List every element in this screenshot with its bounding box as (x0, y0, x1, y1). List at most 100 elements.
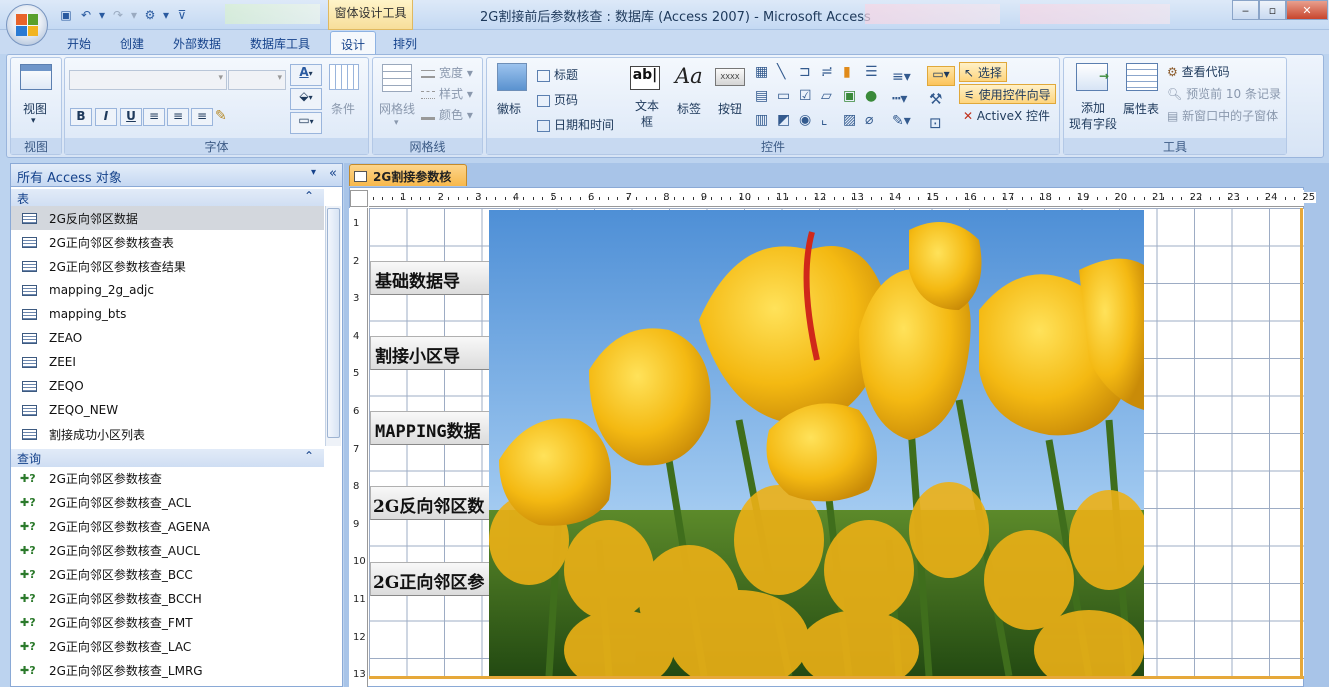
preview-top-records-button[interactable]: 🔍︎ 预览前 10 条记录 (1167, 85, 1281, 102)
redo-icon[interactable]: ↷ (110, 7, 126, 23)
nav-scrollbar-thumb[interactable] (327, 208, 340, 438)
gridlines-button[interactable]: 网格线 (379, 100, 415, 117)
tables-collapse-icon[interactable]: ⌃ (304, 189, 314, 203)
special-effect-icon[interactable]: ⚒ (929, 90, 942, 108)
chart-icon[interactable]: ▮ (843, 64, 865, 80)
queries-collapse-icon[interactable]: ⌃ (304, 449, 314, 463)
tab-design[interactable]: 设计 (330, 31, 377, 54)
nav-query-item[interactable]: ✚? 2G正向邻区参数核查 (11, 466, 324, 490)
nav-query-item[interactable]: ✚? 2G正向邻区参数核查_BCCH (11, 586, 324, 610)
nav-menu-dropdown-icon[interactable]: ▾ (311, 167, 316, 178)
tab-control-icon[interactable]: ▦ (755, 64, 777, 80)
subform-icon[interactable]: ▤ (755, 88, 777, 104)
format-painter-icon[interactable]: ✎ (215, 108, 227, 124)
nav-query-item[interactable]: ✚? 2G正向邻区参数核查_LMRG (11, 658, 324, 682)
form-bottom-edge[interactable] (369, 676, 1304, 679)
close-button[interactable]: ✕ (1286, 0, 1328, 20)
use-control-wizard-button[interactable]: ⚟ 使用控件向导 (959, 84, 1056, 104)
radio-icon[interactable]: ◉ (799, 112, 821, 128)
nav-table-item[interactable]: 2G正向邻区参数核查表 (11, 230, 324, 254)
font-name-select[interactable]: ▾ (69, 70, 227, 90)
customize-dropdown-icon[interactable]: ▾ (162, 7, 170, 23)
form-button-cutover-cells[interactable]: 割接小区导 (370, 336, 495, 370)
nav-table-item[interactable]: mapping_2g_adjc (11, 278, 324, 302)
nav-query-item[interactable]: ✚? 2G正向邻区参数核查_FMT (11, 610, 324, 634)
customize-icon[interactable]: ⚙ (142, 7, 158, 23)
gridline-style-button[interactable]: 样式 ▾ (421, 85, 473, 102)
nav-collapse-icon[interactable]: « (329, 166, 337, 181)
hyperlink-icon[interactable]: ● (865, 88, 887, 104)
gridline-color-button[interactable]: 颜色 ▾ (421, 106, 473, 123)
tab-create[interactable]: 创建 (110, 31, 154, 54)
maximize-button[interactable]: ▫ (1259, 0, 1286, 20)
title-button[interactable]: 标题 (537, 66, 578, 83)
form-button-basic-data[interactable]: 基础数据导 (370, 261, 495, 295)
nav-table-item[interactable]: ZEQO (11, 374, 324, 398)
undo-dropdown-icon[interactable]: ▾ (98, 7, 106, 23)
form-selector[interactable] (350, 190, 368, 207)
font-color-icon[interactable]: A▾ (290, 64, 322, 86)
fill-color-icon[interactable]: ⬙▾ (290, 88, 322, 110)
gridline-width-button[interactable]: 宽度 ▾ (421, 64, 473, 81)
tables-section-header[interactable]: 表 ⌃ (11, 189, 324, 207)
align-right-icon[interactable]: ≡ (191, 108, 213, 126)
tab-home[interactable]: 开始 (57, 31, 101, 54)
page-break-icon[interactable]: ⌞ (821, 112, 843, 128)
nav-table-item[interactable]: ZEAO (11, 326, 324, 350)
nav-table-item[interactable]: 2G正向邻区参数核查结果 (11, 254, 324, 278)
activex-button[interactable]: ✕ ActiveX 控件 (963, 107, 1050, 124)
tab-arrange[interactable]: 排列 (383, 31, 427, 54)
nav-table-item[interactable]: 2G反向邻区数据 (11, 206, 324, 230)
tab-database-tools[interactable]: 数据库工具 (240, 31, 320, 54)
line-thickness-icon[interactable]: ≡▾ (892, 69, 911, 85)
nav-query-item[interactable]: ✚? 2G正向邻区参数核查_ACL (11, 490, 324, 514)
nav-table-item[interactable]: ZEQO_NEW (11, 398, 324, 422)
attachment-icon[interactable]: ⌀ (865, 112, 887, 128)
list-icon[interactable]: ☰ (865, 64, 887, 80)
label-button[interactable]: 标签 (677, 100, 701, 117)
nav-query-item[interactable]: ✚? 2G正向邻区参数核查_AGENA (11, 514, 324, 538)
textbox-button[interactable]: 文本框 (635, 98, 659, 130)
checkbox-icon[interactable]: ☑ (799, 88, 821, 104)
form-button-mapping[interactable]: MAPPING数据 (370, 411, 495, 445)
nav-table-item[interactable]: ZEEI (11, 350, 324, 374)
line-color-icon[interactable]: ▭▾ (290, 112, 322, 134)
select-button[interactable]: ↖ 选择 (959, 62, 1007, 82)
set-control-defaults-icon[interactable]: ⊡ (929, 114, 942, 132)
datetime-button[interactable]: 日期和时间 (537, 116, 614, 133)
logo-button[interactable]: 徽标 (497, 100, 521, 117)
frame-icon[interactable]: ▱ (821, 88, 843, 104)
redo-dropdown-icon[interactable]: ▾ (130, 7, 138, 23)
office-button[interactable] (6, 4, 48, 46)
gridlines-dropdown-icon[interactable]: ▾ (394, 118, 399, 128)
form-right-edge[interactable] (1300, 208, 1303, 678)
nav-query-item[interactable]: ✚? 2G正向邻区参数核查_BCC (11, 562, 324, 586)
italic-button[interactable]: I (95, 108, 117, 126)
rectangle-outline-icon[interactable]: ▭▾ (927, 66, 955, 86)
option-group-icon[interactable]: ▥ (755, 112, 777, 128)
queries-section-header[interactable]: 查询 ⌃ (11, 449, 324, 467)
font-size-select[interactable]: ▾ (228, 70, 286, 90)
save-icon[interactable]: ▣ (58, 7, 74, 23)
picture-icon[interactable]: ▨ (843, 112, 865, 128)
nav-pane-header[interactable]: 所有 Access 对象 ▾ « (10, 163, 343, 187)
rectangle-icon[interactable]: ▭ (777, 88, 799, 104)
combo-icon[interactable]: ≓ (821, 64, 843, 80)
property-sheet-button[interactable]: 属性表 (1123, 100, 1159, 117)
tab-external-data[interactable]: 外部数据 (163, 31, 231, 54)
nav-query-item[interactable]: ✚? 2G正向邻区参数核查_AUCL (11, 538, 324, 562)
view-button[interactable]: 视图 (23, 100, 47, 117)
form-button-2g-reverse[interactable]: 2G反向邻区数 (370, 486, 495, 520)
subform-new-window-button[interactable]: ▤ 新窗口中的子窗体 (1167, 107, 1278, 124)
nav-table-item[interactable]: mapping_bts (11, 302, 324, 326)
button-control[interactable]: 按钮 (718, 100, 742, 117)
form-button-2g-forward[interactable]: 2G正向邻区参 (370, 562, 495, 596)
nav-table-item[interactable]: 割接成功小区列表 (11, 422, 324, 446)
line-type-icon[interactable]: ┅▾ (892, 91, 907, 107)
add-existing-fields-button[interactable]: 添加 现有字段 (1069, 100, 1117, 132)
minimize-button[interactable]: ‒ (1232, 0, 1259, 20)
toggle-icon[interactable]: ⊐ (799, 64, 821, 80)
underline-button[interactable]: U (120, 108, 142, 126)
bold-button[interactable]: B (70, 108, 92, 126)
image-frame-icon[interactable]: ▣ (843, 88, 865, 104)
